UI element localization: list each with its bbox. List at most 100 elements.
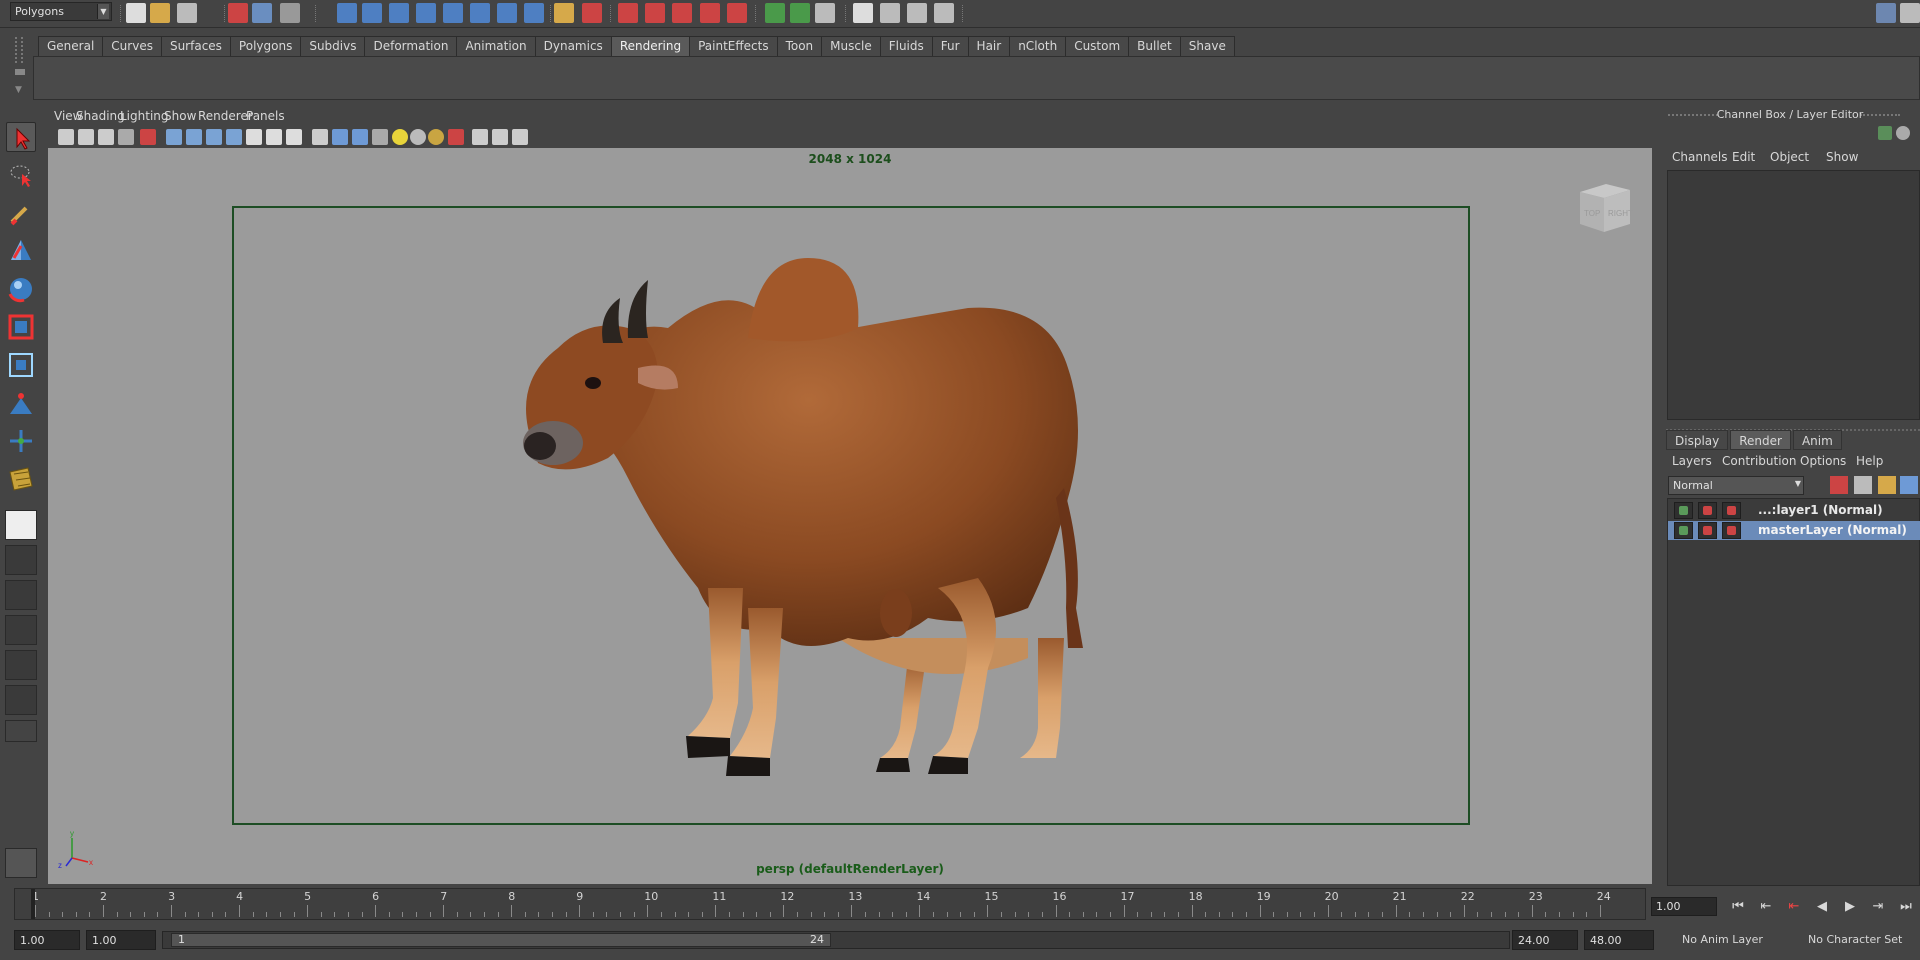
safe-action-icon[interactable] [226,129,242,145]
persp-outliner-graph-layout-icon[interactable] [5,685,37,715]
help-icon[interactable] [524,3,544,23]
text-overlay-icon[interactable] [286,129,302,145]
shelf-tab[interactable]: Muscle [821,36,881,56]
wireframe-on-shaded-icon[interactable] [352,129,368,145]
render-toggle-icon[interactable] [1674,502,1693,519]
step-back-icon[interactable]: ⇤ [1754,896,1778,918]
range-slider[interactable]: 1 24 [162,931,1510,949]
field-chart-icon[interactable] [206,129,222,145]
new-layer-selected-icon[interactable] [1830,476,1848,494]
channel-box-toggle-icon[interactable] [1900,3,1920,23]
layer-row[interactable]: masterLayer (Normal) [1668,521,1920,540]
shelf-menu-icon[interactable] [15,69,25,75]
output-ops-icon[interactable] [790,3,810,23]
play-forwards-icon[interactable]: ▶ [1838,896,1862,918]
animation-end-field[interactable]: 48.00 [1584,930,1654,950]
save-scene-icon[interactable] [177,3,197,23]
anti-alias-icon[interactable] [492,129,508,145]
shelf-handle[interactable]: ▼ [12,33,26,99]
grid-icon[interactable] [266,129,282,145]
shelf-tab[interactable]: Bullet [1128,36,1181,56]
universal-manipulator-icon[interactable] [6,350,36,380]
shelf-tab[interactable]: Polygons [229,36,302,56]
range-slider-handle[interactable]: 1 24 [171,933,831,947]
textures-icon[interactable] [428,129,444,145]
paint-select-tool-icon[interactable] [6,198,36,228]
image-plane-icon[interactable] [98,129,114,145]
render-settings-layer-icon[interactable] [1878,476,1896,494]
shelf-tab[interactable]: Fluids [879,36,933,56]
magnet-icon[interactable] [618,3,638,23]
shelf-tab[interactable]: Shave [1179,36,1235,56]
hypershade-layout-icon[interactable] [5,650,37,680]
panel-menu-item[interactable]: Shading [76,109,125,123]
panel-menu-item[interactable]: Panels [246,109,285,123]
render-frame-icon[interactable] [880,3,900,23]
shelf-tab[interactable]: Fur [931,36,969,56]
render-view-icon[interactable] [853,3,873,23]
playback-end-field[interactable]: 24.00 [1512,930,1578,950]
select-object-icon[interactable] [252,3,272,23]
panel-menu-item[interactable]: Lighting [120,109,169,123]
scale-tool-icon[interactable] [6,312,36,342]
outliner-persp-layout-icon[interactable] [5,580,37,610]
shelf-tab[interactable]: PaintEffects [689,36,778,56]
panel-menu-item[interactable]: Show [164,109,196,123]
perspective-viewport[interactable]: 2048 x 1024 TOP RIGHT y x z persp (defau… [48,148,1652,884]
move-tool-icon[interactable] [6,236,36,266]
snap-vertex-icon[interactable] [470,3,490,23]
chevron-down-icon[interactable]: ▼ [15,85,22,95]
bull-model[interactable] [508,258,1208,778]
channel-box-menu-item[interactable]: Object [1770,150,1809,164]
persp-graph-layout-icon[interactable] [5,615,37,645]
channel-box-menu-item[interactable]: Show [1826,150,1858,164]
view-cube[interactable]: TOP RIGHT [1570,176,1634,238]
shelf-tab[interactable]: Surfaces [160,36,231,56]
layer-editor-tab[interactable]: Anim [1792,430,1842,450]
xray-icon[interactable] [372,129,388,145]
default-lighting-icon[interactable] [392,129,408,145]
grease-pencil-icon[interactable] [118,129,134,145]
snap-plane-icon[interactable] [416,3,436,23]
soft-mod-tool-icon[interactable] [6,388,36,418]
last-tool-icon[interactable] [6,464,36,494]
layer-editor-menu-item[interactable]: Contribution [1722,454,1797,468]
anim-layer-dropdown[interactable]: No Anim Layer [1668,931,1763,949]
visibility-icon[interactable] [1698,522,1717,539]
current-time-field[interactable]: 1.00 [1651,897,1717,916]
shelf-tab[interactable]: Animation [456,36,536,56]
layer-blend-mode-dropdown[interactable]: Normal ▼ [1668,476,1804,495]
film-gate-icon[interactable] [140,129,156,145]
snap-point-icon[interactable] [389,3,409,23]
panel-menu-item[interactable]: Renderer [198,109,253,123]
current-frame-marker[interactable] [31,889,35,919]
more-layouts-icon[interactable] [5,720,37,742]
menu-set-dropdown[interactable]: Polygons ▼ [10,2,112,21]
render-settings-icon[interactable] [934,3,954,23]
safe-title-icon[interactable] [246,129,262,145]
camera-attributes-icon[interactable] [58,129,74,145]
attribute-editor-toggle-icon[interactable] [1876,3,1896,23]
high-quality-icon[interactable] [472,129,488,145]
single-view-layout-icon[interactable] [5,510,37,540]
lock-icon[interactable] [554,3,574,23]
layer-row[interactable]: ...:layer1 (Normal) [1668,501,1920,520]
layer-editor-tab[interactable]: Render [1730,430,1791,450]
character-set-dropdown[interactable]: No Character Set [1794,931,1902,949]
snap-grid-icon[interactable] [337,3,357,23]
play-backwards-icon[interactable]: ◀ [1810,896,1834,918]
go-to-end-icon[interactable]: ⏭ [1894,896,1918,918]
ipr-render-icon[interactable] [907,3,927,23]
shelf-tab[interactable]: Toon [776,36,823,56]
layer-options-icon[interactable] [1722,502,1741,519]
layer-editor-menu-item[interactable]: Layers [1672,454,1712,468]
shelf-tab[interactable]: Custom [1065,36,1130,56]
channel-box-settings-icon[interactable] [1878,126,1892,140]
input-ops-icon[interactable] [765,3,785,23]
snap-to-point-icon[interactable] [672,3,692,23]
shelf-tab[interactable]: Rendering [610,36,691,56]
step-back-key-icon[interactable]: ⇤ [1782,896,1806,918]
channel-box-menu-item[interactable]: Channels [1672,150,1728,164]
command-line-toggle-icon[interactable] [5,848,37,878]
wireframe-icon[interactable] [312,129,328,145]
